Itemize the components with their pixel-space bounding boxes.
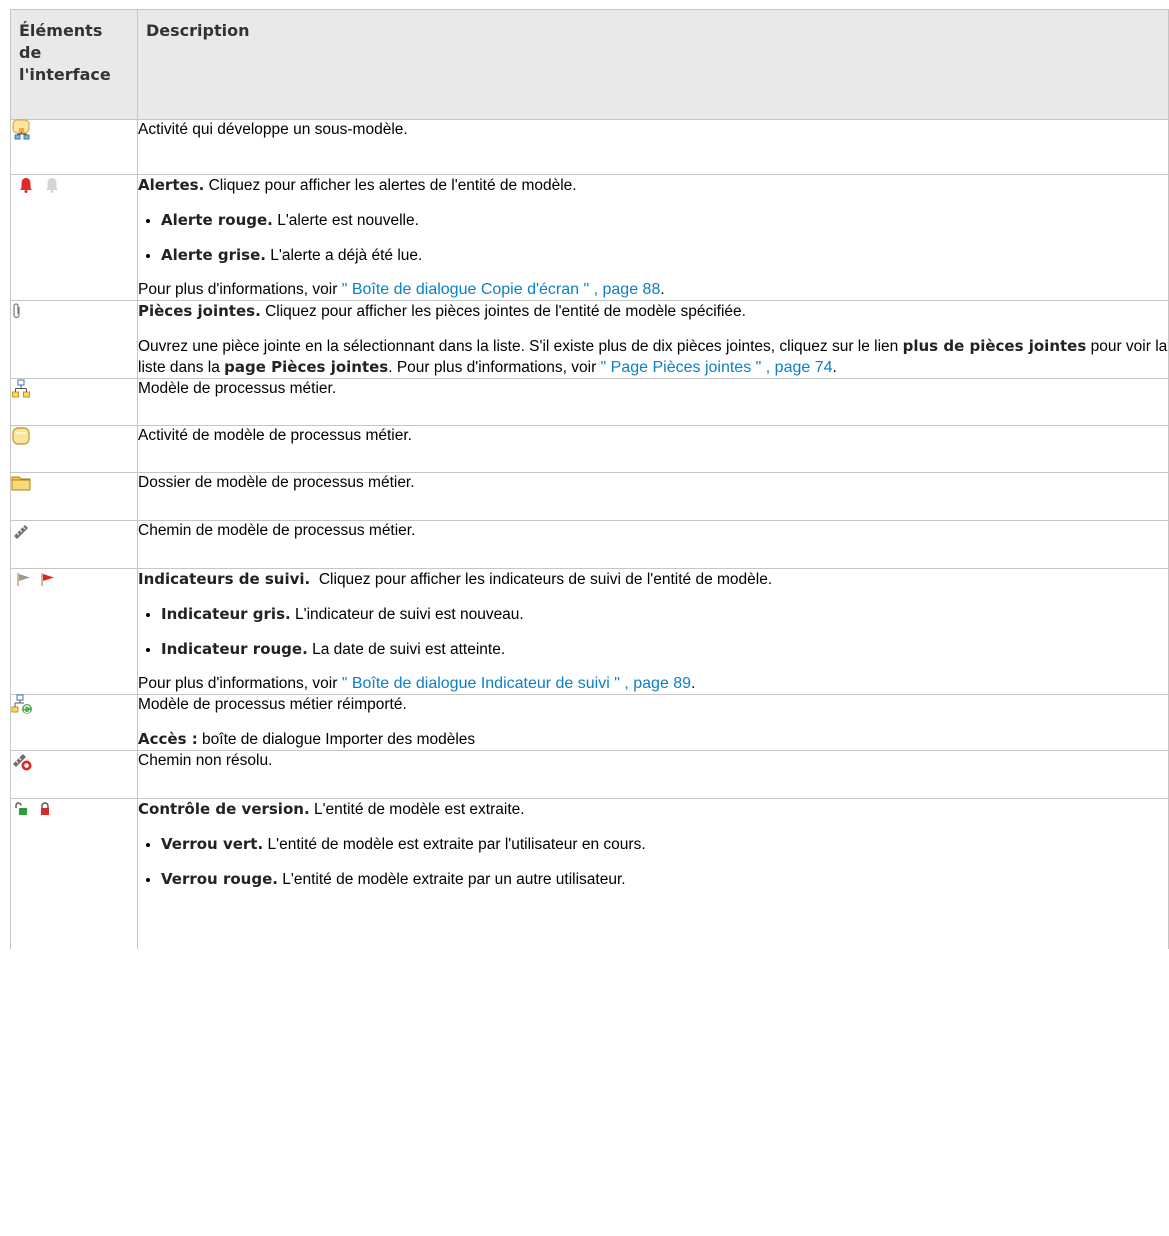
bullet-list: Indicateur gris. L'indicateur de suivi e…	[138, 604, 1168, 660]
header-elements: Éléments de l'interface	[10, 9, 138, 120]
unresolved-path-icon	[13, 754, 32, 771]
table-row: Activité de modèle de processus métier.	[10, 425, 1169, 473]
activity-icon	[12, 427, 30, 445]
table-row: Pièces jointes. Cliquez pour afficher le…	[10, 300, 1169, 379]
bullet-text: L'entité de modèle est extraite par l'ut…	[267, 836, 646, 853]
alert-gray-icon	[46, 178, 58, 193]
row-paragraph: Contrôle de version. L'entité de modèle …	[138, 799, 1168, 820]
bullet-text: L'alerte est nouvelle.	[277, 212, 419, 229]
table-row: Modèle de processus métier réimporté. Ac…	[10, 694, 1169, 751]
table-row: Activité qui développe un sous-modèle.	[10, 119, 1169, 175]
row-text: L'entité de modèle est extraite.	[313, 801, 525, 818]
attachments-page-label: page Pièces jointes	[224, 358, 389, 376]
row-text: Activité qui développe un sous-modèle.	[138, 121, 408, 138]
folder-icon	[11, 476, 31, 491]
row-title: Indicateurs de suivi.	[138, 570, 311, 588]
table-row: Dossier de modèle de processus métier.	[10, 472, 1169, 521]
paperclip-icon	[13, 303, 20, 319]
list-item: Verrou vert. L'entité de modèle est extr…	[161, 834, 1168, 855]
table-row: Indicateurs de suivi. Cliquez pour affic…	[10, 568, 1169, 695]
bullet-title: Alerte grise.	[161, 246, 266, 264]
table-row: Contrôle de version. L'entité de modèle …	[10, 798, 1169, 949]
row-text: Chemin non résolu.	[138, 752, 273, 769]
row-text: Chemin de modèle de processus métier.	[138, 522, 416, 539]
row-text: Activité de modèle de processus métier.	[138, 427, 412, 444]
table-row: Modèle de processus métier.	[10, 378, 1169, 426]
row-text: Modèle de processus métier.	[138, 380, 337, 397]
more-info: Pour plus d'informations, voir " Boîte d…	[138, 280, 1168, 300]
flag-red-icon	[41, 573, 54, 586]
submodel-activity-icon	[12, 119, 30, 140]
bullet-list: Alerte rouge. L'alerte est nouvelle. Ale…	[138, 210, 1168, 266]
row-paragraph: Pièces jointes. Cliquez pour afficher le…	[138, 301, 1168, 322]
list-item: Alerte rouge. L'alerte est nouvelle.	[161, 210, 1168, 231]
row-text: Cliquez pour afficher les pièces jointes…	[265, 303, 746, 320]
table-row: Alertes. Cliquez pour afficher les alert…	[10, 174, 1169, 301]
header-description: Description	[137, 9, 1169, 120]
list-item: Indicateur rouge. La date de suivi est a…	[161, 639, 1168, 660]
table-header-row: Éléments de l'interface Description	[10, 9, 1169, 120]
copy-screen-dialog-link[interactable]: " Boîte de dialogue Copie d'écran " , pa…	[342, 281, 661, 298]
list-item: Verrou rouge. L'entité de modèle extrait…	[161, 869, 1168, 890]
table-row: Chemin non résolu.	[10, 750, 1169, 799]
flag-gray-icon	[17, 573, 30, 586]
interface-elements-table: Éléments de l'interface Description Acti…	[10, 9, 1169, 949]
more-suffix: .	[660, 281, 665, 298]
row-title: Alertes.	[138, 176, 205, 194]
alert-red-icon	[20, 178, 32, 193]
row-title: Contrôle de version.	[138, 800, 310, 818]
row-paragraph-2: Ouvrez une pièce jointe en la sélectionn…	[138, 336, 1168, 378]
bullet-title: Verrou rouge.	[161, 870, 278, 888]
attachments-page-link[interactable]: " Page Pièces jointes " , page 74	[601, 359, 833, 376]
more-prefix: Pour plus d'informations, voir	[138, 675, 338, 692]
list-item: Alerte grise. L'alerte a déjà été lue.	[161, 245, 1168, 266]
follow-up-flag-dialog-link[interactable]: " Boîte de dialogue Indicateur de suivi …	[342, 675, 691, 692]
business-process-model-icon	[12, 379, 30, 398]
bullet-title: Indicateur rouge.	[161, 640, 308, 658]
access-text: boîte de dialogue Importer des modèles	[202, 731, 476, 748]
row-paragraph: Indicateurs de suivi. Cliquez pour affic…	[138, 569, 1168, 590]
row-text: Cliquez pour afficher les alertes de l'e…	[208, 177, 577, 194]
bullet-title: Alerte rouge.	[161, 211, 273, 229]
para-text: Ouvrez une pièce jointe en la sélectionn…	[138, 338, 899, 355]
more-info: Pour plus d'informations, voir " Boîte d…	[138, 674, 1168, 694]
row-text: Dossier de modèle de processus métier.	[138, 474, 415, 491]
more-suffix: .	[691, 675, 696, 692]
access-label: Accès :	[138, 730, 198, 748]
more-prefix: Pour plus d'informations, voir	[138, 281, 338, 298]
para-end: .	[832, 359, 837, 376]
more-attachments-label: plus de pièces jointes	[902, 337, 1087, 355]
row-text: Cliquez pour afficher les indicateurs de…	[318, 571, 773, 588]
bullet-text: L'entité de modèle extraite par un autre…	[282, 871, 626, 888]
lock-red-icon	[41, 802, 49, 815]
para-text: . Pour plus d'informations, voir	[388, 359, 597, 376]
bullet-list: Verrou vert. L'entité de modèle est extr…	[138, 834, 1168, 890]
table-row: Chemin de modèle de processus métier.	[10, 520, 1169, 569]
bullet-title: Verrou vert.	[161, 835, 264, 853]
row-paragraph: Alertes. Cliquez pour afficher les alert…	[138, 175, 1168, 196]
list-item: Indicateur gris. L'indicateur de suivi e…	[161, 604, 1168, 625]
reimported-model-icon	[11, 694, 32, 714]
bullet-text: L'indicateur de suivi est nouveau.	[295, 606, 524, 623]
lock-green-icon	[15, 802, 27, 815]
row-title: Pièces jointes.	[138, 302, 261, 320]
bullet-text: L'alerte a déjà été lue.	[270, 247, 423, 264]
bullet-text: La date de suivi est atteinte.	[312, 641, 506, 658]
bullet-title: Indicateur gris.	[161, 605, 291, 623]
path-icon	[14, 525, 28, 539]
row-text: Modèle de processus métier réimporté.	[138, 696, 407, 713]
access-info: Accès : boîte de dialogue Importer des m…	[138, 729, 1168, 750]
